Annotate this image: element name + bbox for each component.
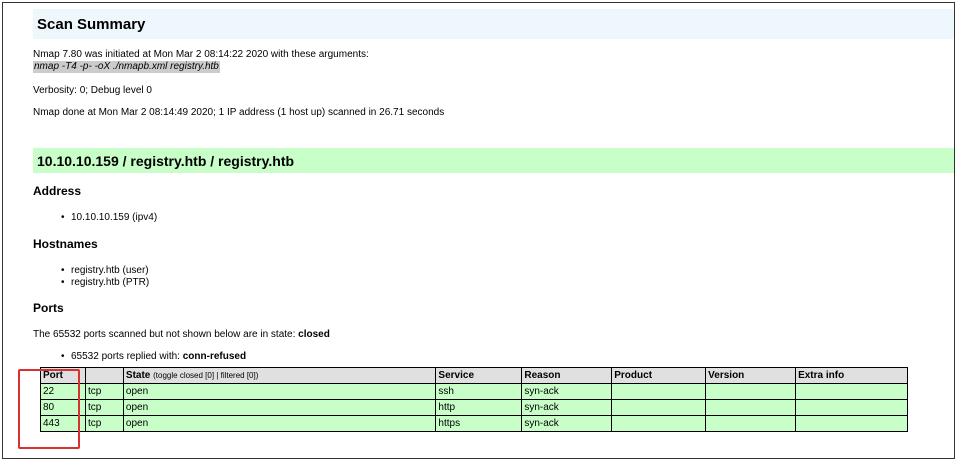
nmap-command: nmap -T4 -p- -oX ./nmapb.xml registry.ht… bbox=[33, 61, 220, 73]
cell-extra bbox=[795, 399, 908, 416]
col-product: Product bbox=[611, 367, 707, 384]
table-row: 22 tcp open ssh syn-ack bbox=[40, 383, 908, 400]
scan-summary-title: Scan Summary bbox=[37, 15, 146, 33]
ports-replied-value: conn-refused bbox=[182, 351, 247, 362]
ports-state-text: The 65532 ports scanned but not shown be… bbox=[33, 329, 330, 341]
cell-state: open bbox=[122, 415, 437, 432]
host-header: 10.10.10.159 / registry.htb / registry.h… bbox=[33, 148, 954, 173]
cell-proto: tcp bbox=[84, 415, 124, 432]
ports-replied-item: 65532 ports replied with: conn-refused bbox=[33, 351, 246, 363]
ports-table: Port State (toggle closed [0] | filtered… bbox=[40, 367, 908, 432]
host-title: 10.10.10.159 / registry.htb / registry.h… bbox=[37, 152, 295, 169]
col-proto bbox=[84, 367, 124, 384]
ports-state-prefix: The 65532 ports scanned but not shown be… bbox=[33, 329, 299, 340]
cell-version bbox=[705, 399, 797, 416]
toggle-closed-filtered-link[interactable]: (toggle closed [0] | filtered [0]) bbox=[153, 371, 258, 380]
table-row: 443 tcp open https syn-ack bbox=[40, 415, 908, 432]
report-content: Scan Summary Nmap 7.80 was initiated at … bbox=[33, 9, 954, 363]
ports-heading: Ports bbox=[33, 301, 64, 315]
verbosity-text: Verbosity: 0; Debug level 0 bbox=[33, 85, 152, 96]
cell-proto: tcp bbox=[84, 399, 124, 416]
cell-version bbox=[705, 415, 797, 432]
ports-replied-prefix: 65532 ports replied with: bbox=[71, 351, 183, 362]
cell-reason: syn-ack bbox=[521, 399, 613, 416]
cell-version bbox=[705, 383, 797, 400]
cell-product bbox=[611, 415, 707, 432]
report-frame: Scan Summary Nmap 7.80 was initiated at … bbox=[2, 2, 955, 459]
col-state: State (toggle closed [0] | filtered [0]) bbox=[122, 367, 437, 384]
cell-state: open bbox=[122, 399, 437, 416]
table-header-row: Port State (toggle closed [0] | filtered… bbox=[40, 367, 908, 384]
hostname-item: registry.htb (PTR) bbox=[33, 277, 149, 289]
cell-extra bbox=[795, 415, 908, 432]
hostname-item: registry.htb (user) bbox=[33, 265, 149, 277]
cell-reason: syn-ack bbox=[521, 383, 613, 400]
col-reason: Reason bbox=[521, 367, 613, 384]
col-state-label: State bbox=[125, 370, 151, 381]
cell-service: http bbox=[435, 399, 523, 416]
cell-product bbox=[611, 383, 707, 400]
cell-reason: syn-ack bbox=[521, 415, 613, 432]
cell-product bbox=[611, 399, 707, 416]
scan-done-text: Nmap done at Mon Mar 2 08:14:49 2020; 1 … bbox=[33, 107, 445, 118]
address-list: 10.10.10.159 (ipv4) bbox=[33, 212, 157, 224]
scan-summary-header: Scan Summary bbox=[33, 9, 954, 39]
hostnames-heading: Hostnames bbox=[33, 237, 98, 251]
address-item: 10.10.10.159 (ipv4) bbox=[33, 212, 157, 224]
cell-extra bbox=[795, 383, 908, 400]
col-version: Version bbox=[705, 367, 797, 384]
cell-proto: tcp bbox=[84, 383, 124, 400]
cell-state: open bbox=[122, 383, 437, 400]
address-heading: Address bbox=[33, 184, 82, 198]
scan-initiated-text: Nmap 7.80 was initiated at Mon Mar 2 08:… bbox=[33, 49, 369, 73]
col-extra-info: Extra info bbox=[795, 367, 908, 384]
hostnames-list: registry.htb (user) registry.htb (PTR) bbox=[33, 265, 149, 289]
ports-replied-list: 65532 ports replied with: conn-refused bbox=[33, 351, 246, 363]
cell-service: ssh bbox=[435, 383, 523, 400]
table-row: 80 tcp open http syn-ack bbox=[40, 399, 908, 416]
initiated-line: Nmap 7.80 was initiated at Mon Mar 2 08:… bbox=[33, 49, 369, 60]
col-service: Service bbox=[435, 367, 523, 384]
port-column-highlight bbox=[18, 369, 80, 449]
cell-service: https bbox=[435, 415, 523, 432]
ports-state-value: closed bbox=[298, 329, 330, 340]
